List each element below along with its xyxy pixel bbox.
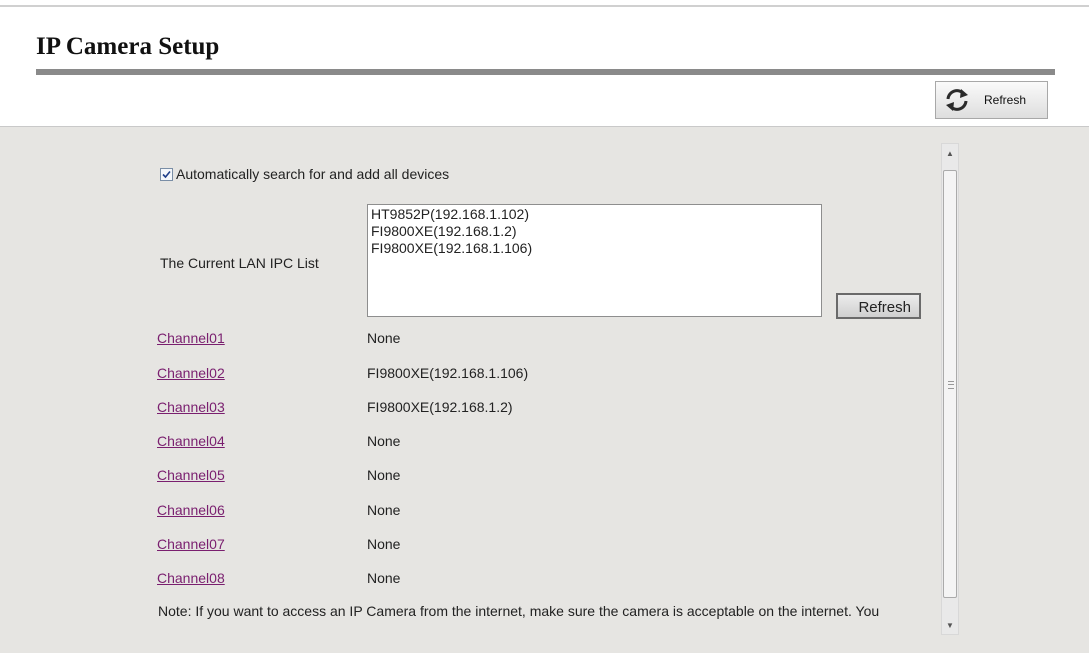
- channel-link-05[interactable]: Channel05: [157, 467, 225, 483]
- channel-value-02: FI9800XE(192.168.1.106): [367, 365, 529, 381]
- page-title: IP Camera Setup: [36, 33, 220, 60]
- auto-search-row: Automatically search for and add all dev…: [160, 166, 449, 182]
- refresh-button-label: Refresh: [984, 93, 1027, 107]
- scroll-down-arrow-icon[interactable]: ▼: [942, 616, 958, 634]
- channel-value-01: None: [367, 330, 401, 346]
- scroll-up-arrow-icon[interactable]: ▲: [942, 144, 958, 162]
- top-divider: [0, 5, 1089, 7]
- channel-link-03[interactable]: Channel03: [157, 399, 225, 415]
- channel-link-02[interactable]: Channel02: [157, 365, 225, 381]
- title-underline: [36, 69, 1055, 75]
- list-item[interactable]: FI9800XE(192.168.1.106): [371, 240, 818, 257]
- channel-value-07: None: [367, 536, 401, 552]
- auto-search-label: Automatically search for and add all dev…: [176, 166, 450, 182]
- lan-list-label: The Current LAN IPC List: [160, 255, 319, 271]
- channel-value-06: None: [367, 502, 401, 518]
- lan-ipc-listbox[interactable]: HT9852P(192.168.1.102) FI9800XE(192.168.…: [367, 204, 822, 317]
- list-item[interactable]: HT9852P(192.168.1.102): [371, 206, 818, 223]
- channel-value-04: None: [367, 433, 401, 449]
- channel-link-08[interactable]: Channel08: [157, 570, 225, 586]
- check-icon: [162, 170, 171, 178]
- channel-link-07[interactable]: Channel07: [157, 536, 225, 552]
- scroll-thumb[interactable]: [943, 170, 957, 598]
- channel-value-03: FI9800XE(192.168.1.2): [367, 399, 513, 415]
- channel-value-08: None: [367, 570, 401, 586]
- auto-search-checkbox[interactable]: [160, 167, 173, 181]
- refresh-icon: [942, 85, 972, 115]
- note-text: Note: If you want to access an IP Camera…: [158, 603, 880, 619]
- list-refresh-button[interactable]: Refresh: [836, 293, 921, 319]
- channel-link-01[interactable]: Channel01: [157, 330, 225, 346]
- channel-value-05: None: [367, 467, 401, 483]
- refresh-button[interactable]: Refresh: [935, 81, 1048, 119]
- channel-link-06[interactable]: Channel06: [157, 502, 225, 518]
- channel-link-04[interactable]: Channel04: [157, 433, 225, 449]
- vertical-scrollbar[interactable]: ▲ ▼: [941, 143, 959, 635]
- list-item[interactable]: FI9800XE(192.168.1.2): [371, 223, 818, 240]
- grip-icon: [948, 381, 954, 389]
